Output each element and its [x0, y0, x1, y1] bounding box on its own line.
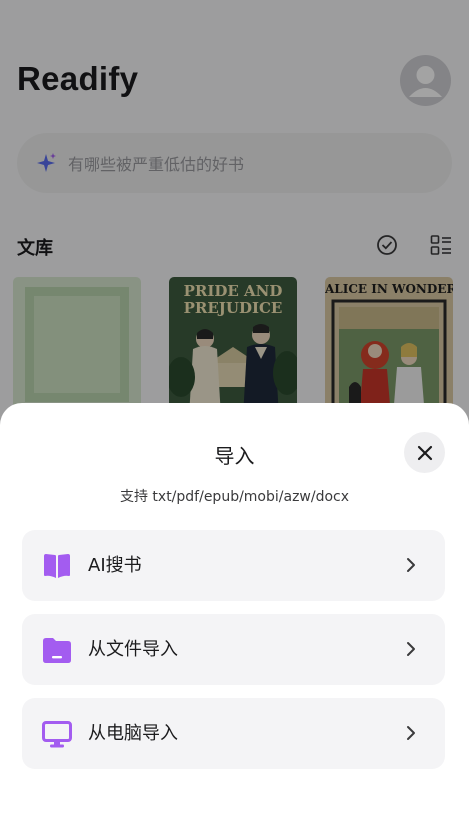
- option-label: 从文件导入: [88, 639, 178, 660]
- chevron-right-icon: [407, 726, 415, 740]
- close-icon: [417, 445, 432, 460]
- close-button[interactable]: [404, 432, 445, 473]
- supported-formats: 支持 txt/pdf/epub/mobi/azw/docx: [119, 489, 350, 505]
- chevron-right-icon: [407, 558, 415, 572]
- option-ai-search[interactable]: AI搜书: [22, 530, 445, 601]
- folder-icon: [43, 638, 71, 663]
- option-import-computer[interactable]: 从电脑导入: [22, 698, 445, 769]
- chevron-right-icon: [407, 642, 415, 656]
- option-label: 从电脑导入: [88, 723, 178, 744]
- sheet-title: 导入: [214, 444, 255, 468]
- option-import-file[interactable]: 从文件导入: [22, 614, 445, 685]
- import-sheet: 导入 支持 txt/pdf/epub/mobi/azw/docx AI搜书 从文…: [0, 403, 469, 818]
- book-icon: [44, 554, 70, 578]
- option-label: AI搜书: [88, 555, 142, 576]
- monitor-icon: [42, 721, 72, 748]
